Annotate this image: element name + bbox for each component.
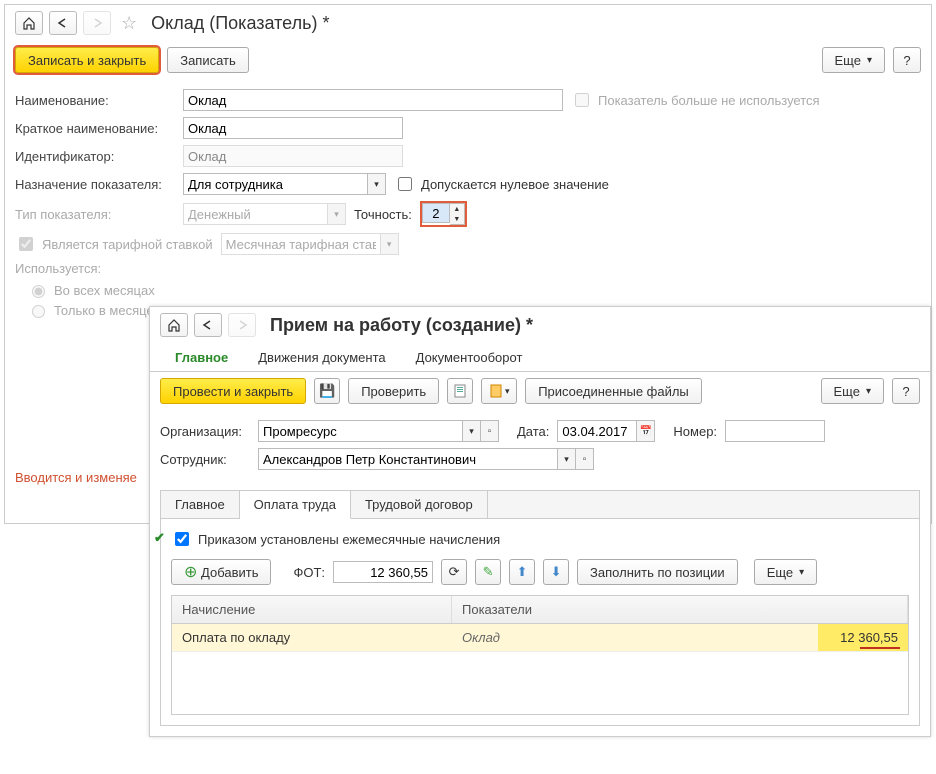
chevron-down-icon[interactable]: ▾ — [463, 420, 481, 442]
forward-button — [228, 313, 256, 337]
window-title: Прием на работу (создание) * — [270, 315, 533, 336]
radio-all-months: Во всех месяцах — [27, 282, 921, 298]
table-body: Оплата по окладу Оклад 12 360,55 — [172, 624, 908, 714]
tariff-checkbox: Является тарифной ставкой — [15, 234, 213, 254]
chevron-down-icon[interactable]: ▾ — [368, 173, 386, 195]
toolbar: Записать и закрыть Записать Еще▾ ? — [5, 41, 931, 79]
add-button[interactable]: ⊕ Добавить — [171, 559, 271, 585]
fot-label: ФОТ: — [293, 565, 325, 580]
back-button[interactable] — [194, 313, 222, 337]
col-accrual: Начисление — [172, 596, 452, 623]
toolbar: Провести и закрыть 💾 Проверить ▾ Присоед… — [150, 372, 930, 410]
forward-button — [83, 11, 111, 35]
accruals-table: Начисление Показатели Оплата по окладу О… — [171, 595, 909, 715]
post-close-button[interactable]: Провести и закрыть — [160, 378, 306, 404]
date-label: Дата: — [517, 424, 549, 439]
number-label: Номер: — [673, 424, 717, 439]
edit-icon-button[interactable]: ✎ — [475, 559, 501, 585]
fill-position-button[interactable]: Заполнить по позиции — [577, 559, 738, 585]
open-icon[interactable]: ▫ — [576, 448, 594, 470]
more-button[interactable]: Еще▾ — [821, 378, 884, 404]
number-input[interactable] — [725, 420, 825, 442]
move-up-button[interactable]: ⬆ — [509, 559, 535, 585]
header-form: Организация: ▾ ▫ Дата: 📅 Номер: Сотрудни… — [150, 410, 930, 480]
short-label: Краткое наименование: — [15, 121, 175, 136]
name-input[interactable] — [183, 89, 563, 111]
precision-label: Точность: — [354, 207, 412, 222]
chevron-down-icon: ▾ — [328, 203, 346, 225]
org-label: Организация: — [160, 424, 250, 439]
print-icon-button[interactable]: ▾ — [481, 378, 517, 404]
titlebar: ☆ Оклад (Показатель) * — [5, 5, 931, 41]
cell-amount[interactable]: 12 360,55 — [818, 624, 908, 651]
report-icon-button[interactable] — [447, 378, 473, 404]
more-button[interactable]: Еще▾ — [822, 47, 885, 73]
precision-spinner[interactable]: ▲▼ — [420, 201, 467, 227]
zero-checkbox[interactable]: Допускается нулевое значение — [394, 174, 609, 194]
move-down-button[interactable]: ⬇ — [543, 559, 569, 585]
fot-input[interactable] — [333, 561, 433, 583]
tab-moves[interactable]: Движения документа — [243, 343, 400, 372]
tariff-select: ▾ — [221, 233, 399, 255]
subtab-pay[interactable]: Оплата труда — [240, 491, 351, 519]
back-button[interactable] — [49, 11, 77, 35]
emp-label: Сотрудник: — [160, 452, 250, 467]
sub-panel: Главное Оплата труда Трудовой договор ✔ … — [160, 490, 920, 726]
date-input[interactable]: 📅 — [557, 420, 655, 442]
tab-docflow[interactable]: Документооборот — [401, 343, 538, 372]
not-used-checkbox: Показатель больше не используется — [571, 90, 820, 110]
short-input[interactable] — [183, 117, 403, 139]
name-label: Наименование: — [15, 93, 175, 108]
sub-content: ✔ Приказом установлены ежемесячные начис… — [161, 519, 919, 725]
table-more-button[interactable]: Еще▾ — [754, 559, 817, 585]
titlebar: Прием на работу (создание) * — [150, 307, 930, 343]
table-row[interactable]: Оплата по окладу Оклад 12 360,55 — [172, 624, 908, 652]
monthly-checkbox[interactable]: ✔ Приказом установлены ежемесячные начис… — [171, 529, 500, 549]
home-button[interactable] — [160, 313, 188, 337]
type-select: ▾ — [183, 203, 346, 225]
tab-main[interactable]: Главное — [160, 343, 243, 372]
footer-link[interactable]: Вводится и изменяе — [5, 462, 147, 493]
save-close-button[interactable]: Записать и закрыть — [15, 47, 159, 73]
col-indicators: Показатели — [452, 596, 908, 623]
cell-accrual: Оплата по окладу — [172, 624, 452, 651]
form: Наименование: Показатель больше не испол… — [5, 79, 931, 326]
cell-indicator: Оклад — [452, 624, 818, 651]
help-button[interactable]: ? — [892, 378, 920, 404]
sub-tabs: Главное Оплата труда Трудовой договор — [161, 491, 919, 519]
usage-label: Используется: — [15, 261, 175, 276]
type-label: Тип показателя: — [15, 207, 175, 222]
refresh-icon-button[interactable]: ⟳ — [441, 559, 467, 585]
chevron-down-icon: ▾ — [381, 233, 399, 255]
org-select[interactable]: ▾ ▫ — [258, 420, 499, 442]
subtab-contract[interactable]: Трудовой договор — [351, 491, 488, 518]
save-icon-button[interactable]: 💾 — [314, 378, 340, 404]
purpose-select[interactable]: ▾ — [183, 173, 386, 195]
open-icon[interactable]: ▫ — [481, 420, 499, 442]
spinner-up-icon[interactable]: ▲ — [450, 204, 464, 214]
window-title: Оклад (Показатель) * — [151, 13, 329, 34]
home-button[interactable] — [15, 11, 43, 35]
favorite-icon[interactable]: ☆ — [121, 13, 137, 34]
help-button[interactable]: ? — [893, 47, 921, 73]
purpose-label: Назначение показателя: — [15, 177, 175, 192]
id-label: Идентификатор: — [15, 149, 175, 164]
plus-icon: ⊕ — [184, 562, 197, 582]
attach-button[interactable]: Присоединенные файлы — [525, 378, 702, 404]
top-tabs: Главное Движения документа Документообор… — [150, 343, 930, 372]
hiring-window: Прием на работу (создание) * Главное Дви… — [149, 306, 931, 737]
spinner-down-icon[interactable]: ▼ — [450, 214, 464, 224]
chevron-down-icon[interactable]: ▾ — [558, 448, 576, 470]
subtab-main[interactable]: Главное — [161, 491, 240, 518]
save-button[interactable]: Записать — [167, 47, 249, 73]
id-input — [183, 145, 403, 167]
table-header: Начисление Показатели — [172, 596, 908, 624]
check-button[interactable]: Проверить — [348, 378, 439, 404]
emp-select[interactable]: ▾ ▫ — [258, 448, 594, 470]
calendar-icon[interactable]: 📅 — [637, 420, 655, 442]
